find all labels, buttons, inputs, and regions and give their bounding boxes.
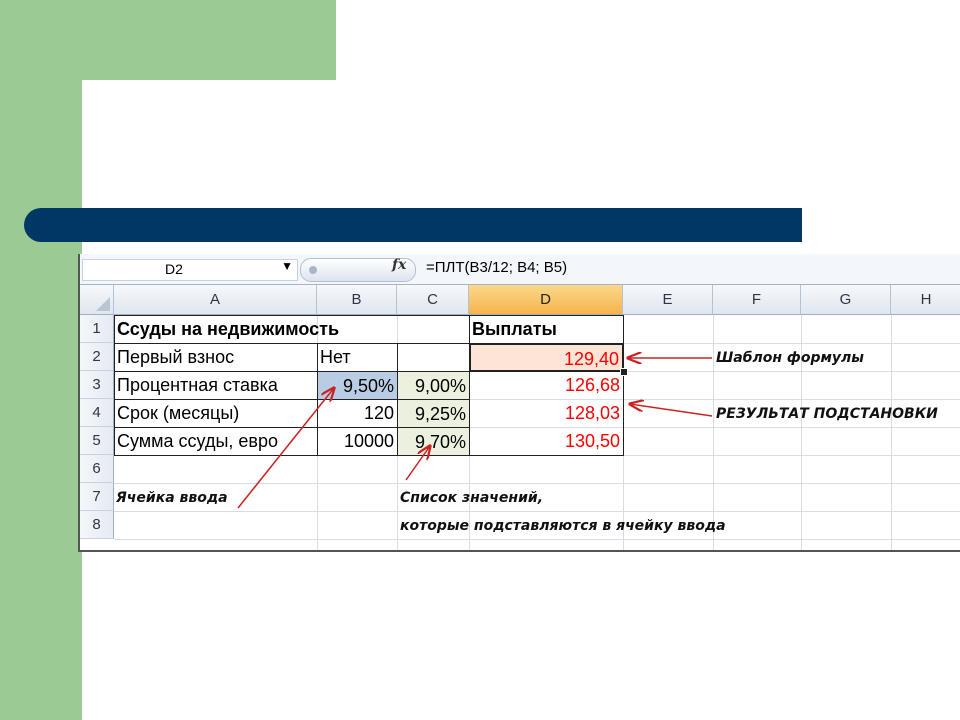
arrow-to-values-list bbox=[405, 446, 430, 481]
annotation-arrows bbox=[237, 254, 713, 509]
title-bar bbox=[24, 208, 802, 242]
slide-accent-top bbox=[82, 0, 336, 80]
arrow-to-input-cell bbox=[237, 388, 334, 509]
arrow-to-results bbox=[630, 404, 713, 417]
slide-corner bbox=[82, 80, 142, 140]
slide-accent-bar bbox=[0, 0, 82, 720]
spreadsheet-window: D2 ▼ fx =ПЛТ(B3/12; B4; B5) A B C D E F … bbox=[78, 254, 960, 552]
